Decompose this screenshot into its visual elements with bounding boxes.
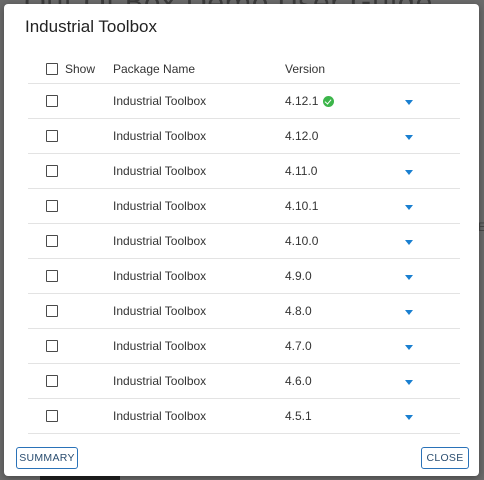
version-cell: 4.5.1 bbox=[285, 409, 312, 423]
table-row: Industrial Toolbox 4.11.0 bbox=[28, 154, 460, 189]
caret-down-icon[interactable] bbox=[405, 275, 413, 280]
caret-down-icon[interactable] bbox=[405, 170, 413, 175]
show-checkbox[interactable] bbox=[46, 130, 58, 142]
table-row: Industrial Toolbox 4.10.1 bbox=[28, 189, 460, 224]
package-name-cell: Industrial Toolbox bbox=[113, 339, 207, 353]
version-cell: 4.6.0 bbox=[285, 374, 312, 388]
close-button[interactable]: CLOSE bbox=[421, 447, 469, 469]
version-label: 4.5.1 bbox=[285, 409, 312, 423]
version-label: 4.10.1 bbox=[285, 199, 319, 213]
show-checkbox[interactable] bbox=[46, 305, 58, 317]
version-label: 4.12.0 bbox=[285, 129, 319, 143]
package-versions-dialog: Industrial Toolbox Show Package Name Ver… bbox=[4, 4, 479, 476]
show-checkbox[interactable] bbox=[46, 270, 58, 282]
summary-button[interactable]: SUMMARY bbox=[16, 447, 78, 469]
column-header-version: Version bbox=[285, 61, 326, 76]
show-checkbox[interactable] bbox=[46, 340, 58, 352]
version-label: 4.8.0 bbox=[285, 304, 312, 318]
caret-down-icon[interactable] bbox=[405, 310, 413, 315]
show-checkbox[interactable] bbox=[46, 165, 58, 177]
table-body: Industrial Toolbox 4.12.1 Industrial Toolb… bbox=[28, 84, 460, 434]
column-header-show: Show bbox=[65, 61, 96, 76]
package-name-cell: Industrial Toolbox bbox=[113, 199, 207, 213]
version-label: 4.12.1 bbox=[285, 94, 319, 108]
package-name-cell: Industrial Toolbox bbox=[113, 374, 207, 388]
version-cell: 4.10.0 bbox=[285, 234, 318, 248]
show-checkbox[interactable] bbox=[46, 375, 58, 387]
package-name-cell: Industrial Toolbox bbox=[113, 304, 207, 318]
package-name-cell: Industrial Toolbox bbox=[113, 269, 207, 283]
version-cell: 4.12.1 bbox=[285, 94, 335, 108]
version-cell: 4.7.0 bbox=[285, 339, 312, 353]
background-bar bbox=[40, 476, 120, 480]
package-name-cell: Industrial Toolbox bbox=[113, 94, 207, 108]
show-checkbox[interactable] bbox=[46, 200, 58, 212]
version-label: 4.10.0 bbox=[285, 234, 319, 248]
caret-down-icon[interactable] bbox=[405, 380, 413, 385]
table-row: Industrial Toolbox 4.6.0 bbox=[28, 364, 460, 399]
caret-down-icon[interactable] bbox=[405, 240, 413, 245]
version-label: 4.6.0 bbox=[285, 374, 312, 388]
version-cell: 4.12.0 bbox=[285, 129, 318, 143]
table-header: Show Package Name Version bbox=[28, 54, 460, 84]
table-row: Industrial Toolbox 4.12.1 bbox=[28, 84, 460, 119]
dialog-title: Industrial Toolbox bbox=[25, 17, 157, 36]
select-all-checkbox[interactable] bbox=[46, 62, 58, 75]
caret-down-icon[interactable] bbox=[405, 135, 413, 140]
version-cell: 4.8.0 bbox=[285, 304, 312, 318]
table-row: Industrial Toolbox 4.8.0 bbox=[28, 294, 460, 329]
version-label: 4.7.0 bbox=[285, 339, 312, 353]
version-label: 4.11.0 bbox=[285, 164, 318, 178]
column-header-package-name: Package Name bbox=[113, 61, 196, 76]
table-row: Industrial Toolbox 4.10.0 bbox=[28, 224, 460, 259]
package-name-cell: Industrial Toolbox bbox=[113, 234, 207, 248]
table-row: Industrial Toolbox 4.7.0 bbox=[28, 329, 460, 364]
version-cell: 4.11.0 bbox=[285, 164, 317, 178]
show-checkbox[interactable] bbox=[46, 95, 58, 107]
package-name-cell: Industrial Toolbox bbox=[113, 129, 207, 143]
version-cell: 4.9.0 bbox=[285, 269, 312, 283]
package-name-cell: Industrial Toolbox bbox=[113, 409, 207, 423]
table-row: Industrial Toolbox 4.9.0 bbox=[28, 259, 460, 294]
version-cell: 4.10.1 bbox=[285, 199, 318, 213]
versions-table: Show Package Name Version Industrial Too… bbox=[28, 54, 460, 434]
table-row: Industrial Toolbox 4.12.0 bbox=[28, 119, 460, 154]
caret-down-icon[interactable] bbox=[405, 205, 413, 210]
show-checkbox[interactable] bbox=[46, 235, 58, 247]
package-name-cell: Industrial Toolbox bbox=[113, 164, 207, 178]
version-label: 4.9.0 bbox=[285, 269, 312, 283]
caret-down-icon[interactable] bbox=[405, 100, 413, 105]
caret-down-icon[interactable] bbox=[405, 415, 413, 420]
caret-down-icon[interactable] bbox=[405, 345, 413, 350]
check-circle-icon bbox=[323, 95, 335, 107]
table-row: Industrial Toolbox 4.5.1 bbox=[28, 399, 460, 434]
show-checkbox[interactable] bbox=[46, 410, 58, 422]
